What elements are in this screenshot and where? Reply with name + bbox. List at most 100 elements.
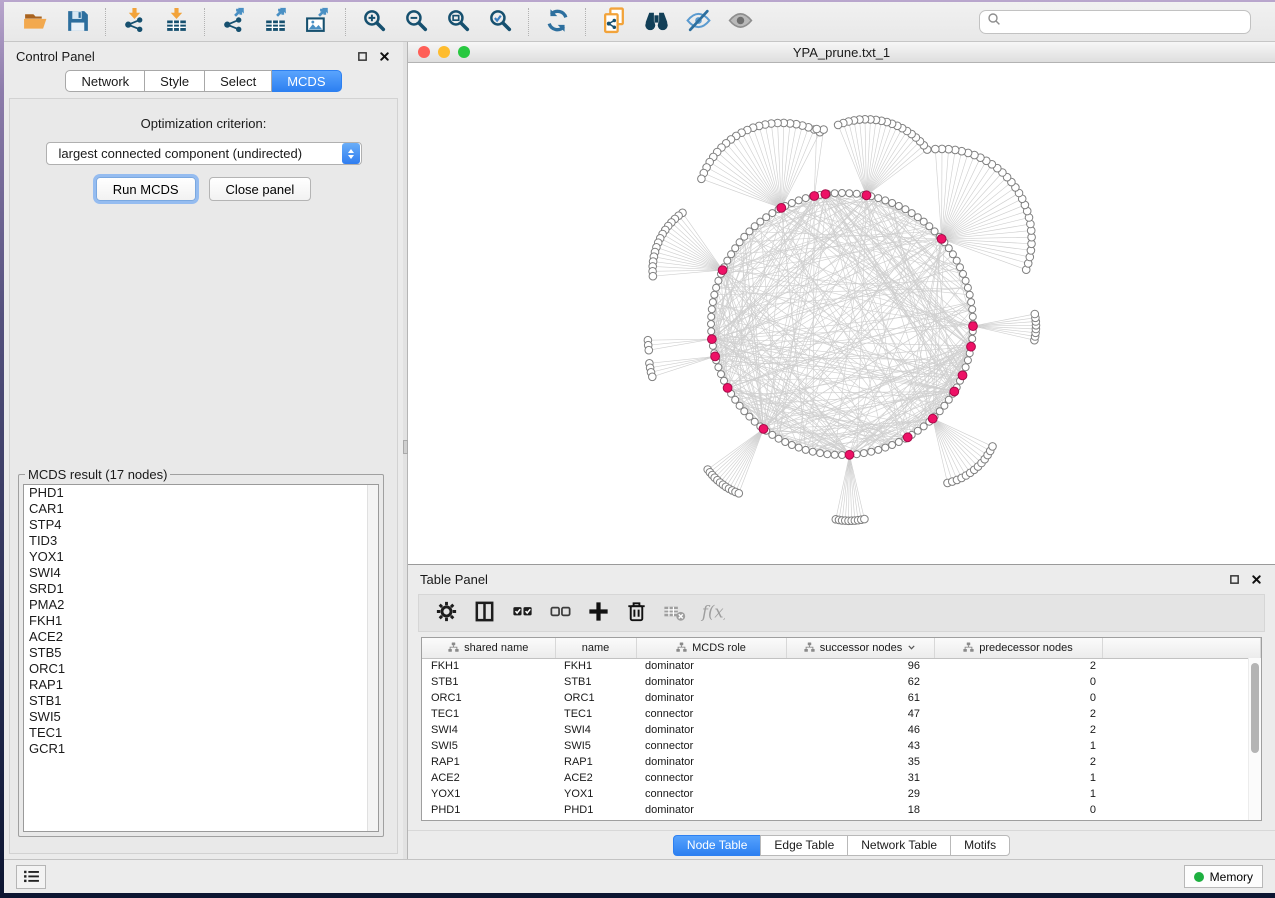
- mcds-result-item[interactable]: CAR1: [24, 501, 378, 517]
- mcds-result-item[interactable]: STB1: [24, 693, 378, 709]
- mcds-result-item[interactable]: SWI4: [24, 565, 378, 581]
- shared-column-icon: [676, 642, 687, 653]
- table-row[interactable]: ACE2ACE2connector311: [422, 770, 1261, 786]
- table-row[interactable]: ORC1ORC1dominator610: [422, 690, 1261, 706]
- sort-chevron-icon[interactable]: [907, 643, 916, 652]
- save-session-button[interactable]: [56, 5, 98, 39]
- close-panel-button[interactable]: [377, 49, 391, 63]
- main-toolbar: [4, 2, 1275, 42]
- function-builder-icon: f(x): [700, 599, 725, 627]
- cytoscape-window: Control Panel NetworkStyleSelectMCDS Opt…: [4, 2, 1275, 893]
- table-toolbar: f(x): [418, 594, 1265, 632]
- table-scrollbar[interactable]: [1248, 658, 1261, 820]
- mcds-result-item[interactable]: ACE2: [24, 629, 378, 645]
- tab-select[interactable]: Select: [205, 70, 272, 92]
- zoom-out-icon: [403, 7, 430, 37]
- mcds-result-item[interactable]: SRD1: [24, 581, 378, 597]
- delete-table-icon: [662, 599, 687, 627]
- refresh-view-button[interactable]: [536, 5, 578, 39]
- zoom-in-button[interactable]: [353, 5, 395, 39]
- maximize-window-button[interactable]: [458, 46, 470, 58]
- float-table-panel-button[interactable]: [1227, 572, 1241, 586]
- panel-splitter[interactable]: [403, 42, 408, 859]
- zoom-fit-button[interactable]: [437, 5, 479, 39]
- memory-label: Memory: [1210, 870, 1253, 884]
- mcds-result-item[interactable]: TID3: [24, 533, 378, 549]
- close-panel-action-button[interactable]: Close panel: [209, 177, 312, 201]
- mcds-result-item[interactable]: STP4: [24, 517, 378, 533]
- table-row[interactable]: RAP1RAP1dominator352: [422, 754, 1261, 770]
- close-window-button[interactable]: [418, 46, 430, 58]
- column-chooser-button[interactable]: [467, 598, 501, 628]
- tab-network[interactable]: Network: [65, 70, 145, 92]
- table-tabs: Node TableEdge TableNetwork TableMotifs: [408, 830, 1275, 859]
- optimization-criterion-select[interactable]: largest connected component (undirected): [46, 142, 362, 165]
- find-binoculars-button[interactable]: [635, 5, 677, 39]
- mcds-result-item[interactable]: PHD1: [24, 485, 378, 501]
- export-network-button[interactable]: [212, 5, 254, 39]
- tab-edge-table[interactable]: Edge Table: [760, 835, 848, 856]
- import-network-button[interactable]: [113, 5, 155, 39]
- birds-eye-view-button[interactable]: [719, 5, 761, 39]
- table-row[interactable]: SWI4SWI4dominator462: [422, 722, 1261, 738]
- search-field[interactable]: [979, 10, 1251, 34]
- tab-motifs[interactable]: Motifs: [950, 835, 1010, 856]
- zoom-selected-button[interactable]: [479, 5, 521, 39]
- clone-network-button[interactable]: [593, 5, 635, 39]
- mcds-tab-content: Optimization criterion: largest connecte…: [9, 98, 398, 854]
- network-canvas[interactable]: [408, 63, 1275, 564]
- right-stack: YPA_prune.txt_1 Table Panel f(x): [408, 42, 1275, 859]
- graph-leaf-nodes[interactable]: [644, 116, 1040, 525]
- mcds-list-scrollbar[interactable]: [367, 485, 378, 831]
- minimize-window-button[interactable]: [438, 46, 450, 58]
- table-row[interactable]: SWI5SWI5connector431: [422, 738, 1261, 754]
- mcds-result-item[interactable]: ORC1: [24, 661, 378, 677]
- mcds-result-item[interactable]: PMA2: [24, 597, 378, 613]
- select-all-button[interactable]: [505, 598, 539, 628]
- table-row[interactable]: FKH1FKH1dominator962: [422, 658, 1261, 674]
- column-header[interactable]: successor nodes: [786, 638, 934, 658]
- search-input[interactable]: [1006, 15, 1243, 29]
- export-table-button[interactable]: [254, 5, 296, 39]
- mcds-result-list[interactable]: PHD1CAR1STP4TID3YOX1SWI4SRD1PMA2FKH1ACE2…: [23, 484, 379, 832]
- column-header[interactable]: name: [555, 638, 636, 658]
- table-row[interactable]: YOX1YOX1connector291: [422, 786, 1261, 802]
- toggle-graphics-details-button[interactable]: [677, 5, 719, 39]
- tab-style[interactable]: Style: [145, 70, 205, 92]
- mcds-result-item[interactable]: SWI5: [24, 709, 378, 725]
- network-graph[interactable]: [408, 63, 1275, 564]
- table-row[interactable]: PHD1PHD1dominator180: [422, 802, 1261, 818]
- task-history-button[interactable]: [16, 865, 46, 889]
- column-label: predecessor nodes: [979, 642, 1073, 654]
- zoom-out-button[interactable]: [395, 5, 437, 39]
- mcds-result-item[interactable]: STB5: [24, 645, 378, 661]
- table-row[interactable]: STB1STB1dominator620: [422, 674, 1261, 690]
- tab-node-table[interactable]: Node Table: [673, 835, 762, 856]
- mcds-result-item[interactable]: YOX1: [24, 549, 378, 565]
- column-header[interactable]: predecessor nodes: [934, 638, 1102, 658]
- network-titlebar: YPA_prune.txt_1: [408, 42, 1275, 63]
- memory-button[interactable]: Memory: [1184, 865, 1263, 888]
- table-scrollbar-thumb[interactable]: [1251, 663, 1259, 753]
- mcds-result-item[interactable]: FKH1: [24, 613, 378, 629]
- float-panel-button[interactable]: [355, 49, 369, 63]
- column-header[interactable]: MCDS role: [636, 638, 786, 658]
- settings-gear-icon: [434, 599, 459, 627]
- tab-mcds[interactable]: MCDS: [272, 70, 341, 92]
- mcds-result-item[interactable]: GCR1: [24, 741, 378, 757]
- table-panel-titlebar: Table Panel: [408, 565, 1275, 593]
- import-table-button[interactable]: [155, 5, 197, 39]
- open-file-button[interactable]: [14, 5, 56, 39]
- deselect-all-button[interactable]: [543, 598, 577, 628]
- close-table-panel-button[interactable]: [1249, 572, 1263, 586]
- mcds-result-item[interactable]: RAP1: [24, 677, 378, 693]
- settings-gear-button[interactable]: [429, 598, 463, 628]
- add-column-button[interactable]: [581, 598, 615, 628]
- table-row[interactable]: TEC1TEC1connector472: [422, 706, 1261, 722]
- column-header[interactable]: shared name: [422, 638, 555, 658]
- mcds-result-item[interactable]: TEC1: [24, 725, 378, 741]
- delete-column-button[interactable]: [619, 598, 653, 628]
- run-mcds-button[interactable]: Run MCDS: [96, 177, 196, 201]
- export-image-button[interactable]: [296, 5, 338, 39]
- tab-network-table[interactable]: Network Table: [847, 835, 951, 856]
